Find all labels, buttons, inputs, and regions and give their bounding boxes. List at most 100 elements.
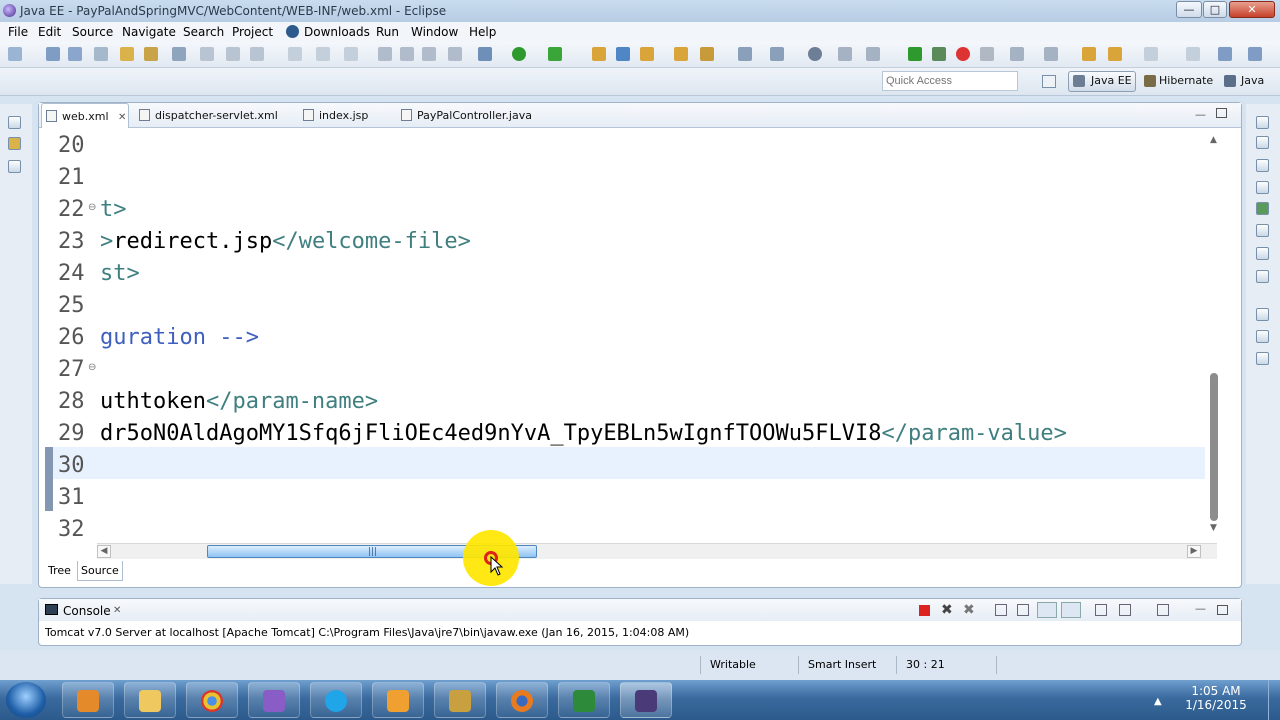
remove-launch-icon[interactable]: ✖ — [941, 602, 953, 618]
palette-icon[interactable] — [1256, 136, 1269, 149]
scroll-lock-icon[interactable] — [1017, 604, 1029, 616]
restore-icon[interactable] — [1256, 308, 1269, 321]
taskbar-chart-app[interactable] — [558, 682, 610, 718]
terminate-icon[interactable] — [919, 605, 930, 616]
suspend-icon[interactable] — [400, 47, 414, 61]
open-task-icon[interactable] — [674, 47, 688, 61]
external-tools-icon[interactable] — [548, 47, 562, 61]
skip-breakpoints-icon[interactable] — [200, 47, 214, 61]
menu-edit[interactable]: Edit — [38, 25, 61, 39]
menu-search[interactable]: Search — [183, 25, 224, 39]
properties-icon[interactable] — [1256, 224, 1269, 237]
problems-icon[interactable] — [1256, 330, 1269, 343]
new-package-icon[interactable] — [592, 47, 606, 61]
clear-console-icon[interactable] — [995, 604, 1007, 616]
menu-window[interactable]: Window — [411, 25, 458, 39]
debug-server-icon[interactable] — [932, 47, 946, 61]
vertical-scrollbar[interactable]: ▲ ▼ — [1207, 135, 1221, 535]
taskbar-explorer[interactable] — [124, 682, 176, 718]
maximize-view-icon[interactable] — [1217, 605, 1228, 615]
fold-icon[interactable]: ⊖ — [88, 362, 96, 373]
print-icon[interactable] — [94, 47, 108, 61]
perspective-java-button[interactable]: Java — [1241, 74, 1264, 87]
remove-all-icon[interactable]: ✖ — [963, 602, 975, 618]
taskbar-chrome[interactable] — [186, 682, 238, 718]
menu-project[interactable]: Project — [232, 25, 273, 39]
debug-icon[interactable] — [478, 47, 492, 61]
toggle-icon[interactable] — [770, 47, 784, 61]
annotation-icon[interactable] — [838, 47, 852, 61]
stop-server-icon[interactable] — [956, 47, 970, 61]
minimize-view-icon[interactable]: — — [1195, 602, 1206, 615]
taskbar-app[interactable] — [248, 682, 300, 718]
outline-view-icon[interactable] — [1256, 159, 1269, 172]
close-icon[interactable]: ✕ — [118, 112, 126, 123]
menu-source[interactable]: Source — [72, 25, 113, 39]
view-icon[interactable] — [1218, 47, 1232, 61]
scroll-up-arrow[interactable]: ▲ — [1210, 135, 1217, 145]
pin-console-icon[interactable] — [1095, 604, 1107, 616]
server-icon[interactable] — [120, 47, 134, 61]
search-icon[interactable] — [700, 47, 714, 61]
step-into-icon[interactable] — [448, 47, 462, 61]
save-all-icon[interactable] — [68, 47, 82, 61]
code-editor[interactable]: ⊖ ⊖ 20 21 22 t> 23 >redirect.jsp</welcome-fil… — [39, 129, 1215, 549]
tab-paypal-controller-java[interactable]: PayPalController.java — [401, 103, 551, 128]
taskbar-eclipse[interactable] — [620, 682, 672, 718]
run-icon[interactable] — [512, 47, 526, 61]
maximize-button[interactable]: □ — [1203, 1, 1227, 18]
markers-icon[interactable] — [1256, 202, 1269, 215]
task-list-icon[interactable] — [1256, 181, 1269, 194]
menu-help[interactable]: Help — [469, 25, 496, 39]
taskbar-skype[interactable] — [310, 682, 362, 718]
run-server-icon[interactable] — [908, 47, 922, 61]
tab-console[interactable]: Console — [63, 604, 111, 618]
quick-access-input[interactable] — [882, 71, 1018, 91]
tray-expand-icon[interactable]: ▲ — [1154, 696, 1162, 707]
view-icon[interactable] — [1248, 47, 1262, 61]
show-stdout-icon[interactable] — [1037, 602, 1057, 618]
new-icon[interactable] — [8, 47, 22, 61]
nav-icon[interactable] — [1044, 47, 1058, 61]
maximize-view-icon[interactable] — [1216, 108, 1227, 118]
restore-icon[interactable] — [1256, 116, 1269, 129]
taskbar-outlook[interactable] — [372, 682, 424, 718]
back-icon[interactable] — [1082, 47, 1096, 61]
fold-icon[interactable]: ⊖ — [88, 202, 96, 213]
scroll-down-arrow[interactable]: ▼ — [1210, 523, 1217, 533]
start-button[interactable] — [6, 682, 46, 718]
nav-icon[interactable] — [1010, 47, 1024, 61]
new-class-icon[interactable] — [616, 47, 630, 61]
save-icon[interactable] — [46, 47, 60, 61]
tab-tree[interactable]: Tree — [45, 561, 74, 581]
annotation-icon[interactable] — [808, 47, 822, 61]
system-clock[interactable]: 1:05 AM 1/16/2015 — [1174, 684, 1258, 712]
menu-run[interactable]: Run — [376, 25, 399, 39]
minimize-view-icon[interactable]: — — [1195, 108, 1206, 121]
step-icon[interactable] — [288, 47, 302, 61]
data-source-icon[interactable] — [1256, 270, 1269, 283]
publish-icon[interactable] — [144, 47, 158, 61]
perspective-hibernate-button[interactable]: Hibernate — [1159, 74, 1213, 87]
menu-file[interactable]: File — [8, 25, 28, 39]
vertical-scroll-thumb[interactable] — [1210, 373, 1218, 521]
project-explorer-icon[interactable] — [8, 137, 21, 150]
show-stderr-icon[interactable] — [1061, 602, 1081, 618]
toggle-icon[interactable] — [738, 47, 752, 61]
pin-icon[interactable] — [1186, 47, 1200, 61]
forward-icon[interactable] — [1144, 47, 1158, 61]
terminate-icon[interactable] — [422, 47, 436, 61]
horizontal-scrollbar[interactable]: ◀ ||| ▶ — [97, 543, 1217, 559]
tab-web-xml[interactable]: web.xml ✕ — [41, 103, 129, 128]
debug-tool-icon[interactable] — [226, 47, 240, 61]
scroll-right-arrow[interactable]: ▶ — [1187, 545, 1201, 558]
step-icon[interactable] — [344, 47, 358, 61]
tab-index-jsp[interactable]: index.jsp — [303, 103, 393, 128]
open-perspective-icon[interactable] — [1042, 75, 1056, 88]
hand-icon[interactable] — [980, 47, 994, 61]
console-icon[interactable] — [172, 47, 186, 61]
scroll-left-arrow[interactable]: ◀ — [97, 545, 111, 558]
show-desktop-button[interactable] — [1268, 680, 1280, 720]
open-type-icon[interactable] — [640, 47, 654, 61]
outline-icon[interactable] — [8, 160, 21, 173]
